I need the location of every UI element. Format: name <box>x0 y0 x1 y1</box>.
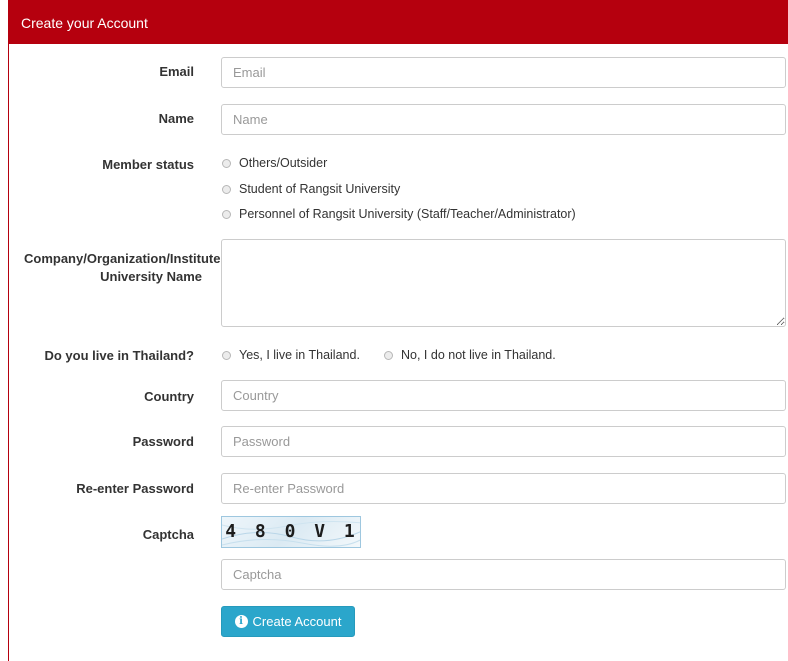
create-account-label: Create Account <box>252 614 342 629</box>
reenter-password-input[interactable] <box>221 473 786 504</box>
email-input[interactable] <box>221 57 786 88</box>
member-status-option-outsider[interactable]: Others/Outsider <box>222 156 327 170</box>
radio-label: Student of Rangsit University <box>239 182 401 196</box>
captcha-label: Captcha <box>142 527 194 542</box>
radio-button[interactable] <box>222 209 231 219</box>
organization-label-line2: University Name <box>100 269 202 284</box>
panel-heading: Create your Account <box>9 0 788 44</box>
live-in-thailand-option-yes[interactable]: Yes, I live in Thailand. <box>222 348 360 362</box>
panel-title: Create your Account <box>21 15 148 31</box>
organization-textarea[interactable] <box>221 239 786 327</box>
live-in-thailand-option-no[interactable]: No, I do not live in Thailand. <box>384 348 556 362</box>
radio-button[interactable] <box>384 350 393 360</box>
captcha-text: 4 8 0 V 1 <box>225 521 359 542</box>
captcha-input[interactable] <box>221 559 786 590</box>
member-status-option-student[interactable]: Student of Rangsit University <box>222 182 400 196</box>
email-label: Email <box>159 64 194 79</box>
live-in-thailand-label: Do you live in Thailand? <box>44 348 194 363</box>
create-account-button[interactable]: i Create Account <box>221 606 355 637</box>
organization-label-line1: Company/Organization/Institute <box>24 251 221 266</box>
password-label: Password <box>132 434 194 449</box>
radio-label: No, I do not live in Thailand. <box>401 348 556 362</box>
info-circle-icon: i <box>234 615 248 628</box>
create-account-panel: Create your Account Email Name Member st… <box>8 0 788 661</box>
country-input[interactable] <box>221 380 786 411</box>
country-label: Country <box>144 389 194 404</box>
radio-label: Yes, I live in Thailand. <box>239 348 360 362</box>
radio-button[interactable] <box>222 184 231 194</box>
password-input[interactable] <box>221 426 786 457</box>
member-status-option-personnel[interactable]: Personnel of Rangsit University (Staff/T… <box>222 207 576 221</box>
name-input[interactable] <box>221 104 786 135</box>
radio-label: Others/Outsider <box>239 156 328 170</box>
member-status-label: Member status <box>102 157 194 172</box>
radio-button[interactable] <box>222 350 231 360</box>
captcha-image: 4 8 0 V 1 <box>221 516 361 548</box>
organization-label: Company/Organization/Institute Universit… <box>24 250 221 286</box>
name-label: Name <box>158 111 194 126</box>
radio-label: Personnel of Rangsit University (Staff/T… <box>239 207 576 221</box>
radio-button[interactable] <box>222 158 231 168</box>
reenter-password-label: Re-enter Password <box>76 481 194 496</box>
